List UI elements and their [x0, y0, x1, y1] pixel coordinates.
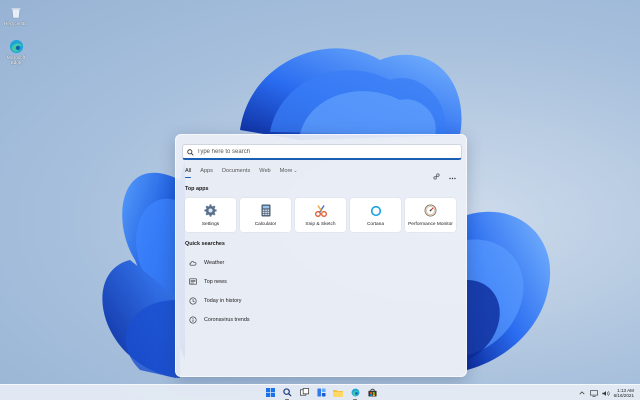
volume-icon[interactable] — [601, 389, 610, 397]
taskbar-apps — [264, 384, 378, 400]
tab-documents[interactable]: Documents — [222, 168, 250, 178]
desktop-icon-microsoft-edge[interactable]: Microsoft Edge — [2, 38, 30, 65]
taskbar-start-button[interactable] — [264, 387, 276, 399]
search-panel: All Apps Documents Web More⌄ Top apps — [175, 134, 467, 377]
cortana-ring-icon — [369, 204, 383, 218]
folder-icon — [333, 384, 343, 400]
quick-search-label: Top news — [204, 278, 227, 285]
clock-date: 6/16/2021 — [613, 393, 634, 398]
tab-web[interactable]: Web — [259, 168, 270, 178]
tab-more[interactable]: More⌄ — [280, 168, 298, 178]
performance-monitor-icon — [424, 204, 438, 218]
calculator-icon — [259, 204, 273, 218]
weather-cloud-icon — [189, 259, 197, 267]
header-actions — [433, 167, 456, 185]
taskbar-store-button[interactable] — [366, 387, 378, 399]
store-bag-icon — [367, 384, 377, 400]
clock-icon — [189, 296, 197, 305]
widgets-icon — [316, 384, 326, 400]
search-box[interactable] — [182, 144, 462, 160]
taskbar: 1:13 AM 6/16/2021 — [0, 384, 640, 400]
windows-logo-icon — [265, 384, 275, 400]
app-tile-label: Calculator — [254, 221, 277, 227]
app-tile-label: Settings — [201, 221, 220, 227]
app-tile-label: Performance Monitor — [408, 221, 453, 227]
desktop-icon-label: Microsoft Edge — [6, 55, 26, 65]
app-tile-snip-sketch[interactable]: Snip & Sketch — [295, 198, 346, 232]
network-icon[interactable] — [589, 389, 598, 397]
quick-search-label: Coronavirus trends — [204, 316, 250, 323]
news-icon — [189, 278, 197, 286]
edge-icon — [351, 384, 360, 400]
taskbar-file-explorer-button[interactable] — [332, 387, 344, 399]
desktop-icon-label: Recycle Bin — [4, 21, 28, 26]
top-apps: Settings Calculator Snip & Sketch Cortan… — [185, 198, 456, 232]
quick-search-label: Weather — [204, 259, 225, 266]
search-input[interactable] — [197, 148, 437, 155]
taskbar-task-view-button[interactable] — [298, 387, 310, 399]
taskbar-search-button[interactable] — [281, 384, 293, 400]
chevron-up-icon[interactable] — [578, 389, 586, 397]
quick-search-today-in-history[interactable]: Today in history — [185, 291, 459, 310]
app-tile-settings[interactable]: Settings — [185, 198, 236, 232]
task-view-icon — [299, 384, 309, 400]
search-icon — [282, 384, 292, 400]
recycle-bin-icon — [8, 4, 24, 20]
info-icon — [189, 315, 197, 324]
settings-gear-icon — [204, 204, 218, 218]
snip-sketch-icon — [314, 204, 328, 218]
filter-tabs: All Apps Documents Web More⌄ — [185, 168, 307, 178]
quick-searches: Weather Top news Today in history Corona… — [185, 253, 459, 329]
taskbar-clock[interactable]: 1:13 AM 6/16/2021 — [614, 388, 634, 399]
desktop-icon-recycle-bin[interactable]: Recycle Bin — [2, 4, 30, 26]
app-tile-cortana[interactable]: Cortana — [350, 198, 401, 232]
share-icon[interactable] — [433, 167, 440, 185]
app-tile-label: Snip & Sketch — [305, 221, 336, 227]
tab-all[interactable]: All — [185, 168, 192, 178]
quick-search-weather[interactable]: Weather — [185, 253, 459, 272]
quick-search-coronavirus-trends[interactable]: Coronavirus trends — [185, 310, 459, 329]
app-tile-label: Cortana — [366, 221, 385, 227]
app-tile-calculator[interactable]: Calculator — [240, 198, 291, 232]
top-apps-heading: Top apps — [185, 186, 209, 192]
chevron-down-icon: ⌄ — [293, 168, 298, 174]
taskbar-widgets-button[interactable] — [315, 387, 327, 399]
search-icon — [187, 143, 194, 161]
system-tray: 1:13 AM 6/16/2021 — [578, 386, 636, 400]
app-tile-performance-monitor[interactable]: Performance Monitor — [405, 198, 456, 232]
tab-apps[interactable]: Apps — [200, 168, 213, 178]
taskbar-edge-button[interactable] — [349, 384, 361, 400]
quick-search-top-news[interactable]: Top news — [185, 272, 459, 291]
edge-icon — [8, 38, 24, 54]
more-icon[interactable] — [449, 167, 456, 185]
quick-search-label: Today in history — [204, 297, 242, 304]
quick-searches-heading: Quick searches — [185, 241, 225, 247]
